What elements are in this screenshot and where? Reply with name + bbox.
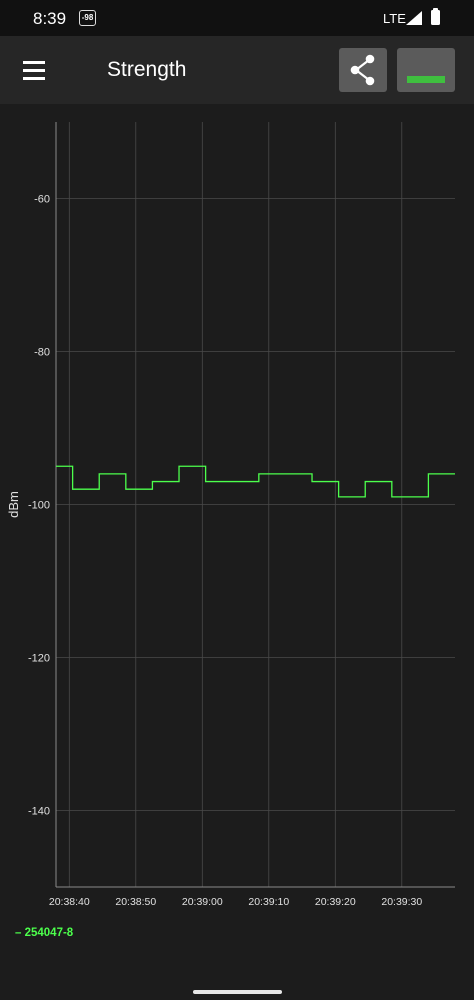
status-bar: 8:39 -98 LTE [0,0,474,36]
y-tick-label: -100 [28,500,50,512]
status-time: 8:39 [33,9,67,28]
battery-icon [431,8,440,25]
network-type: LTE [383,11,406,26]
y-tick-label: -80 [34,347,50,359]
series-line [56,465,455,498]
share-button[interactable] [339,48,387,92]
x-tick-label: 20:39:10 [248,896,289,908]
menu-icon-bar [23,77,45,80]
x-tick-label: 20:38:40 [49,896,90,908]
y-axis-label: dBm [6,491,21,518]
menu-button[interactable] [14,50,54,90]
page-title: Strength [107,58,187,81]
share-icon [350,54,375,86]
x-tick-label: 20:38:50 [115,896,156,908]
x-tick-label: 20:39:00 [182,896,223,908]
cell-signal-icon [406,11,422,25]
app-bar: Strength [0,36,474,104]
y-tick-label: -140 [28,806,50,818]
series-color-swatch [407,76,445,83]
x-tick-label: 20:39:30 [381,896,422,908]
gesture-nav-handle[interactable] [193,990,282,994]
x-tick-label: 20:39:20 [315,896,356,908]
legend-label: 254047-8 [24,927,74,939]
menu-icon [23,61,45,64]
legend-dash: – [15,927,25,939]
menu-icon-bar [23,69,45,72]
legend-toggle-button[interactable] [397,48,455,92]
signal-strength-chart: -60 -80 -100 -120 -140 20:38:40 20:38:50 20:39:… [6,122,455,908]
y-tick-label: -60 [34,194,50,206]
signal-strength-badge: -98 [79,10,96,26]
legend-entry: – 254047-8 [15,927,73,939]
y-tick-label: -120 [28,653,50,665]
